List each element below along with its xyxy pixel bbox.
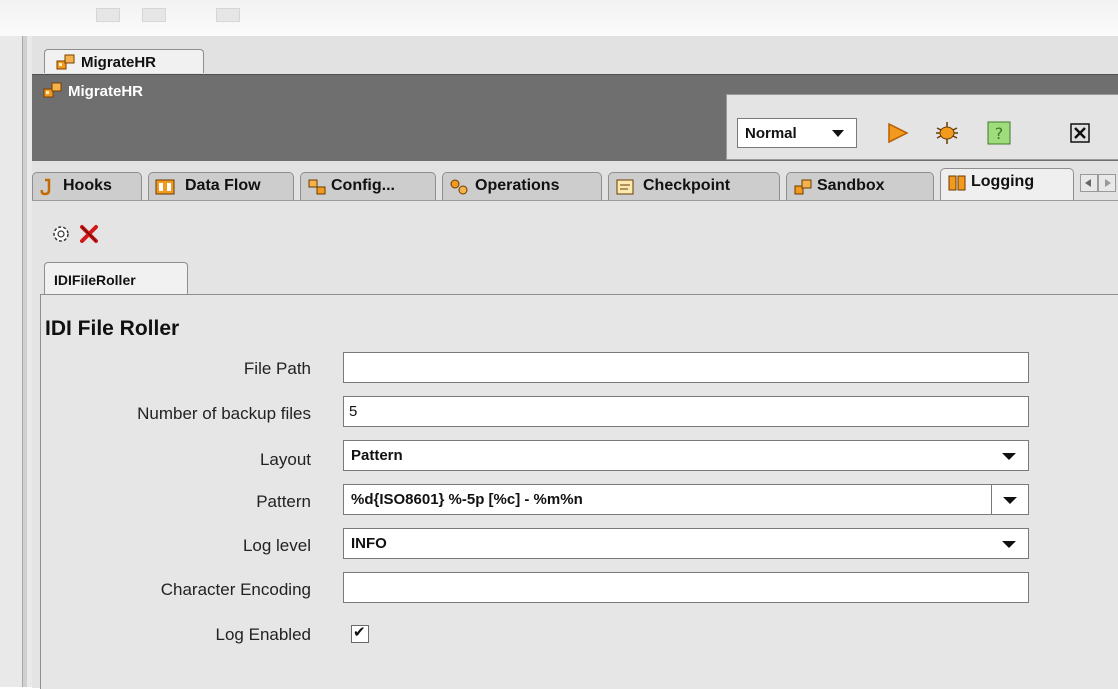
chevron-down-icon	[832, 130, 844, 137]
tab-hooks[interactable]: Hooks	[32, 172, 142, 200]
checkpoint-icon	[616, 179, 634, 195]
log-level-label: Log level	[242, 536, 311, 555]
log-enabled-checkbox[interactable]: ✔	[351, 623, 369, 643]
file-path-input[interactable]	[343, 352, 1029, 383]
component-tab-strip: Hooks Data Flow Config... Operations Che…	[32, 162, 1118, 200]
editor-tab-label: MigrateHR	[81, 54, 157, 71]
tab-data-flow[interactable]: Data Flow	[148, 172, 294, 200]
logger-tab-label: IDIFileRoller	[54, 272, 136, 288]
tab-config[interactable]: Config...	[300, 172, 436, 200]
run-mode-select[interactable]: Normal	[737, 118, 857, 148]
gear-icon[interactable]	[50, 223, 72, 245]
tab-label: Sandbox	[817, 177, 885, 194]
pattern-value: %d{ISO8601} %-5p [%c] - %m%n	[351, 491, 583, 508]
assembly-line-editor: MigrateHR MigrateHR Normal ? Hooks Data …	[32, 36, 1118, 689]
file-roller-form: IDI File Roller File Path Number of back…	[40, 294, 1118, 689]
header-title: MigrateHR	[68, 83, 144, 100]
layout-label: Layout	[259, 450, 311, 469]
top-toolbar-strip	[0, 0, 1118, 36]
tab-label: Data Flow	[185, 177, 261, 194]
tab-label: Hooks	[63, 177, 112, 194]
layout-value: Pattern	[351, 447, 403, 464]
editor-tab-migratehr[interactable]: MigrateHR	[44, 49, 204, 73]
assembly-line-icon	[56, 54, 75, 70]
scroll-right-icon[interactable]	[1098, 174, 1116, 192]
backup-files-value: 5	[349, 403, 358, 420]
toolbar-button-faded[interactable]	[216, 8, 240, 22]
toolbar-button-faded[interactable]	[142, 8, 166, 22]
tab-label: Logging	[971, 173, 1035, 190]
tab-checkpoint[interactable]: Checkpoint	[608, 172, 780, 200]
play-icon[interactable]	[883, 118, 911, 148]
tab-label: Config...	[331, 177, 395, 194]
config-icon	[308, 179, 326, 195]
tab-label: Operations	[475, 177, 560, 194]
pattern-label: Pattern	[256, 492, 311, 511]
run-mode-value: Normal	[745, 125, 797, 142]
data-flow-icon	[155, 179, 175, 195]
pattern-dropdown-button[interactable]	[991, 485, 1028, 514]
close-icon[interactable]	[1067, 118, 1095, 148]
sandbox-icon	[794, 179, 812, 195]
encoding-label: Character Encoding	[160, 580, 311, 599]
toolbar-button-faded[interactable]	[96, 8, 120, 22]
checkmark-icon: ✔	[353, 623, 366, 641]
delete-icon[interactable]	[78, 223, 100, 245]
chevron-down-icon	[1002, 453, 1016, 460]
log-enabled-label: Log Enabled	[215, 625, 311, 644]
svg-text:?: ?	[995, 124, 1004, 143]
left-gutter	[0, 36, 33, 687]
pattern-combo[interactable]: %d{ISO8601} %-5p [%c] - %m%n	[343, 484, 1029, 515]
layout-select[interactable]: Pattern	[343, 440, 1029, 471]
splitter-rail[interactable]	[22, 36, 27, 687]
file-path-label: File Path	[243, 359, 311, 378]
chevron-down-icon	[1002, 541, 1016, 548]
operations-icon	[450, 179, 468, 195]
log-level-value: INFO	[351, 535, 387, 552]
assembly-line-header: MigrateHR Normal ?	[32, 74, 1118, 161]
backup-files-input[interactable]: 5	[343, 396, 1029, 427]
hook-icon	[40, 178, 51, 196]
log-level-select[interactable]: INFO	[343, 528, 1029, 559]
tab-logging[interactable]: Logging	[940, 168, 1074, 200]
tab-sandbox[interactable]: Sandbox	[786, 172, 934, 200]
run-controls: Normal ?	[726, 94, 1118, 160]
form-title: IDI File Roller	[45, 317, 180, 340]
tab-label: Checkpoint	[643, 177, 731, 194]
help-icon[interactable]: ?	[985, 118, 1013, 148]
backup-files-label: Number of backup files	[137, 404, 311, 423]
bug-icon[interactable]	[933, 118, 961, 148]
scroll-left-icon[interactable]	[1080, 174, 1098, 192]
book-icon	[948, 175, 966, 191]
logging-panel: IDIFileRoller IDI File Roller File Path …	[32, 200, 1118, 689]
assembly-line-icon	[43, 82, 62, 98]
logger-tab-idifileroller[interactable]: IDIFileRoller	[44, 262, 188, 294]
tab-operations[interactable]: Operations	[442, 172, 602, 200]
tab-scroll-arrows	[1076, 174, 1118, 194]
encoding-input[interactable]	[343, 572, 1029, 603]
